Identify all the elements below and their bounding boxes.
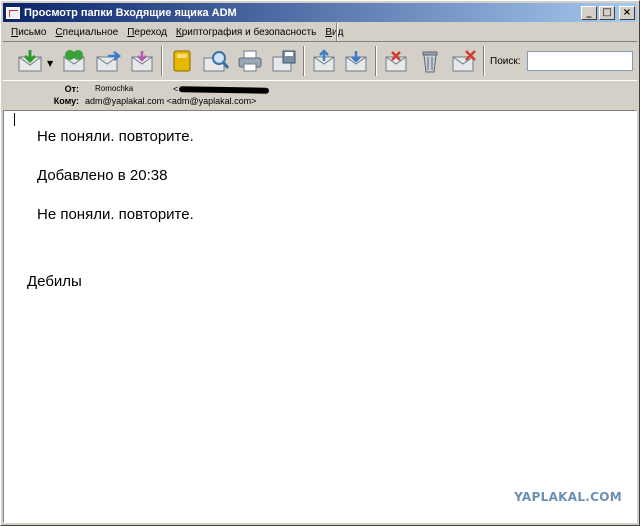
new-message-button[interactable] <box>127 47 157 75</box>
from-label: От: <box>64 84 79 94</box>
menu-letter-rest: исьмо <box>18 26 47 38</box>
message-body[interactable]: Не поняли. повторите. Добавлено в 20:38 … <box>3 110 637 523</box>
toolbar: ▼ Поиск: <box>3 41 637 81</box>
trash-icon <box>422 51 438 73</box>
message-line: Дебилы <box>27 273 82 290</box>
from-name[interactable]: Romochka <box>95 84 133 93</box>
address-book-icon <box>173 50 191 72</box>
from-email[interactable]: < <box>173 84 178 94</box>
previous-message-button[interactable] <box>309 47 339 75</box>
message-window: Просмотр папки Входящие ящика ADM _ □ × … <box>0 0 640 526</box>
chevron-down-icon[interactable]: ▼ <box>47 59 53 68</box>
search-label: Поиск: <box>490 56 521 67</box>
trash-button[interactable] <box>415 47 445 75</box>
watermark: YAPLAKAL.COM <box>514 490 622 504</box>
message-headers: От: Romochka < Кому: adm@yaplakal.com <a… <box>3 82 637 110</box>
mark-button[interactable] <box>381 47 411 75</box>
get-mail-button[interactable] <box>15 47 45 75</box>
to-label: Кому: <box>53 96 79 106</box>
next-message-icon <box>345 51 367 72</box>
text-caret <box>14 113 15 126</box>
toolbar-separator <box>483 46 485 76</box>
maximize-button[interactable]: □ <box>599 5 615 20</box>
menu-view[interactable]: Вид <box>325 27 343 38</box>
reply-all-icon <box>63 50 85 72</box>
save-button[interactable] <box>269 47 299 75</box>
message-line: Не поняли. повторите. <box>37 206 194 223</box>
mark-icon <box>385 51 407 72</box>
new-message-icon <box>131 51 153 72</box>
toolbar-separator <box>161 46 163 76</box>
close-button[interactable]: × <box>619 5 635 20</box>
redaction-mark <box>178 86 270 94</box>
delete-icon <box>452 50 476 72</box>
menu-special[interactable]: Специальное <box>55 27 118 38</box>
toolbar-separator <box>303 46 305 76</box>
find-icon <box>203 51 230 72</box>
menu-crypto[interactable]: Криптография и безопасность <box>176 27 316 38</box>
find-button[interactable] <box>201 47 231 75</box>
search-input[interactable] <box>527 51 633 71</box>
print-icon <box>238 50 262 72</box>
address-book-button[interactable] <box>167 47 197 75</box>
get-mail-icon <box>18 50 42 72</box>
title-bar[interactable]: Просмотр папки Входящие ящика ADM _ □ × <box>3 3 637 22</box>
menu-letter[interactable]: Письмо <box>11 27 46 38</box>
previous-message-icon <box>313 49 335 72</box>
print-button[interactable] <box>235 47 265 75</box>
window-title: Просмотр папки Входящие ящика ADM <box>24 6 237 19</box>
save-icon <box>272 50 296 72</box>
mail-app-icon <box>6 6 20 19</box>
message-line: Добавлено в 20:38 <box>37 167 168 184</box>
menu-bar: Письмо Специальное Переход Криптография … <box>3 23 637 41</box>
to-value[interactable]: adm@yaplakal.com <adm@yaplakal.com> <box>85 96 256 106</box>
forward-icon <box>96 51 122 72</box>
message-line: Не поняли. повторите. <box>37 128 194 145</box>
menu-go[interactable]: Переход <box>127 27 167 38</box>
reply-all-button[interactable] <box>59 47 89 75</box>
menu-separator <box>336 23 338 41</box>
minimize-button[interactable]: _ <box>581 5 597 20</box>
delete-button[interactable] <box>449 47 479 75</box>
toolbar-separator <box>375 46 377 76</box>
next-message-button[interactable] <box>341 47 371 75</box>
forward-button[interactable] <box>93 47 123 75</box>
